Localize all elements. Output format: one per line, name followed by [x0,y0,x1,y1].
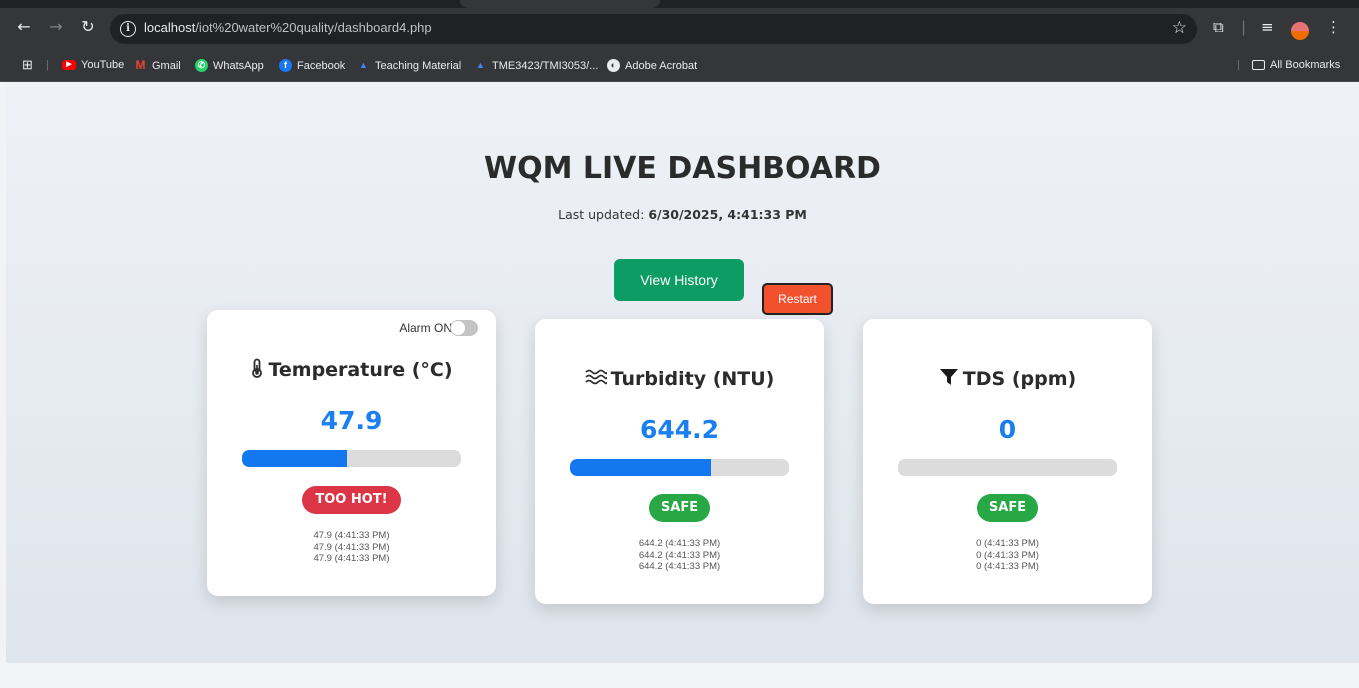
turbidity-card: Turbidity (NTU) 644.2 SAFE 644.2 (4:41:3… [535,319,824,604]
bookmark-whatsapp[interactable]: ✆ WhatsApp [195,59,264,72]
bookmark-teaching-material[interactable]: ▲ Teaching Material [357,59,461,72]
status-badge: SAFE [649,494,710,522]
card-title: Temperature (°C) [207,358,496,381]
reading-history: 644.2 (4:41:33 PM) 644.2 (4:41:33 PM) 64… [535,538,824,573]
turbidity-value: 644.2 [639,415,720,444]
history-entry: 644.2 (4:41:33 PM) [638,549,721,561]
history-entry: 644.2 (4:41:33 PM) [638,561,721,572]
bookmark-divider: | [46,59,49,71]
browser-toolbar: ← → ↻ i localhost/iot%20water%20quality/… [0,8,1359,50]
card-title-text: Temperature (°C) [268,359,453,381]
address-bar[interactable]: i localhost/iot%20water%20quality/dashbo… [110,14,1197,44]
whatsapp-icon: ✆ [195,59,208,72]
url-text[interactable]: localhost/iot%20water%20quality/dashboar… [144,20,432,35]
bookmark-label: YouTube [81,59,125,71]
card-title-text: Turbidity (NTU) [610,368,775,390]
bookmark-divider: | [1237,59,1240,71]
history-entry: 0 (4:41:33 PM) [976,538,1039,549]
status-badge: SAFE [977,494,1038,522]
history-entry: 0 (4:41:33 PM) [976,561,1039,572]
drive-icon: ▲ [476,60,485,70]
card-title-text: TDS (ppm) [962,368,1077,390]
extensions-icon[interactable]: ⧉ [1213,15,1224,39]
active-tab[interactable] [460,0,660,8]
bookmarks-bar: ⊞ | ▶ YouTube M Gmail ✆ WhatsApp f Faceb… [0,50,1359,82]
temperature-progress-bar [242,450,461,467]
bookmark-facebook[interactable]: f Facebook [279,59,345,72]
tds-value: 0 [998,415,1017,444]
drive-icon: ▲ [359,60,368,70]
water-waves-icon [585,369,608,385]
last-updated-label: Last updated: [558,207,645,222]
bookmark-label: Adobe Acrobat [625,59,698,72]
history-entry: 47.9 (4:41:33 PM) [313,530,390,541]
history-entry: 0 (4:41:33 PM) [976,549,1039,561]
progress-fill [570,459,712,476]
reload-icon[interactable]: ↻ [76,15,100,39]
profile-avatar[interactable] [1291,22,1309,40]
apps-grid-icon[interactable]: ⊞ [22,57,33,73]
reading-history: 0 (4:41:33 PM) 0 (4:41:33 PM) 0 (4:41:33… [863,538,1152,573]
history-entry: 47.9 (4:41:33 PM) [313,553,390,564]
bookmark-star-icon[interactable]: ☆ [1172,18,1187,38]
folder-icon [1252,60,1265,70]
all-bookmarks-label: All Bookmarks [1270,59,1341,71]
status-badge: TOO HOT! [302,486,401,514]
toolbar-divider: | [1241,18,1247,36]
temperature-value: 47.9 [320,406,383,435]
alarm-toggle[interactable]: Alarm ON [399,320,478,336]
bookmark-label: TME3423/TMI3053/... [492,59,599,72]
progress-fill [242,450,348,467]
more-menu-icon[interactable]: ⋮ [1326,15,1341,39]
card-title: TDS (ppm) [863,368,1152,390]
facebook-icon: f [279,59,292,72]
back-arrow-icon[interactable]: ← [12,15,36,39]
turbidity-progress-bar [570,459,789,476]
bookmark-label: Gmail [152,59,181,72]
restart-button[interactable]: Restart [762,283,833,315]
dashboard-page: WQM LIVE DASHBOARD Last updated: 6/30/20… [6,83,1359,663]
youtube-icon: ▶ [62,60,76,70]
alarm-label: Alarm ON [399,321,452,335]
history-entry: 644.2 (4:41:33 PM) [638,538,721,549]
last-updated: Last updated: 6/30/2025, 4:41:33 PM [6,207,1359,222]
page-footer-strip [0,663,1359,688]
tab-strip [0,0,1359,8]
history-entry: 47.9 (4:41:33 PM) [313,541,390,553]
tds-card: TDS (ppm) 0 SAFE 0 (4:41:33 PM) 0 (4:41:… [863,319,1152,604]
last-updated-value: 6/30/2025, 4:41:33 PM [648,207,807,222]
view-history-button[interactable]: View History [614,259,744,301]
tds-progress-bar [898,459,1117,476]
alarm-switch[interactable] [450,320,478,336]
page-title: WQM LIVE DASHBOARD [484,151,881,186]
all-bookmarks[interactable]: All Bookmarks [1252,59,1340,71]
site-info-icon[interactable]: i [120,21,136,37]
forward-arrow-icon[interactable]: → [44,15,68,39]
temperature-card: Alarm ON Temperature (°C) 47.9 TOO HOT! … [207,310,496,596]
thermometer-icon [252,358,263,378]
bookmark-label: Facebook [297,59,346,72]
card-title: Turbidity (NTU) [535,368,824,390]
bookmark-adobe-acrobat[interactable]: ◐ Adobe Acrobat [607,59,697,72]
bookmark-label: WhatsApp [213,59,264,72]
bookmark-youtube[interactable]: ▶ YouTube [62,59,124,71]
reading-list-icon[interactable]: ≡ [1261,15,1274,39]
bookmark-gmail[interactable]: M Gmail [134,59,181,72]
bookmark-label: Teaching Material [375,59,462,72]
bookmark-tme3423[interactable]: ▲ TME3423/TMI3053/... [474,59,598,72]
gmail-icon: M [135,58,146,72]
filter-icon [939,369,958,385]
reading-history: 47.9 (4:41:33 PM) 47.9 (4:41:33 PM) 47.9… [207,530,496,565]
globe-icon: ◐ [607,59,620,72]
